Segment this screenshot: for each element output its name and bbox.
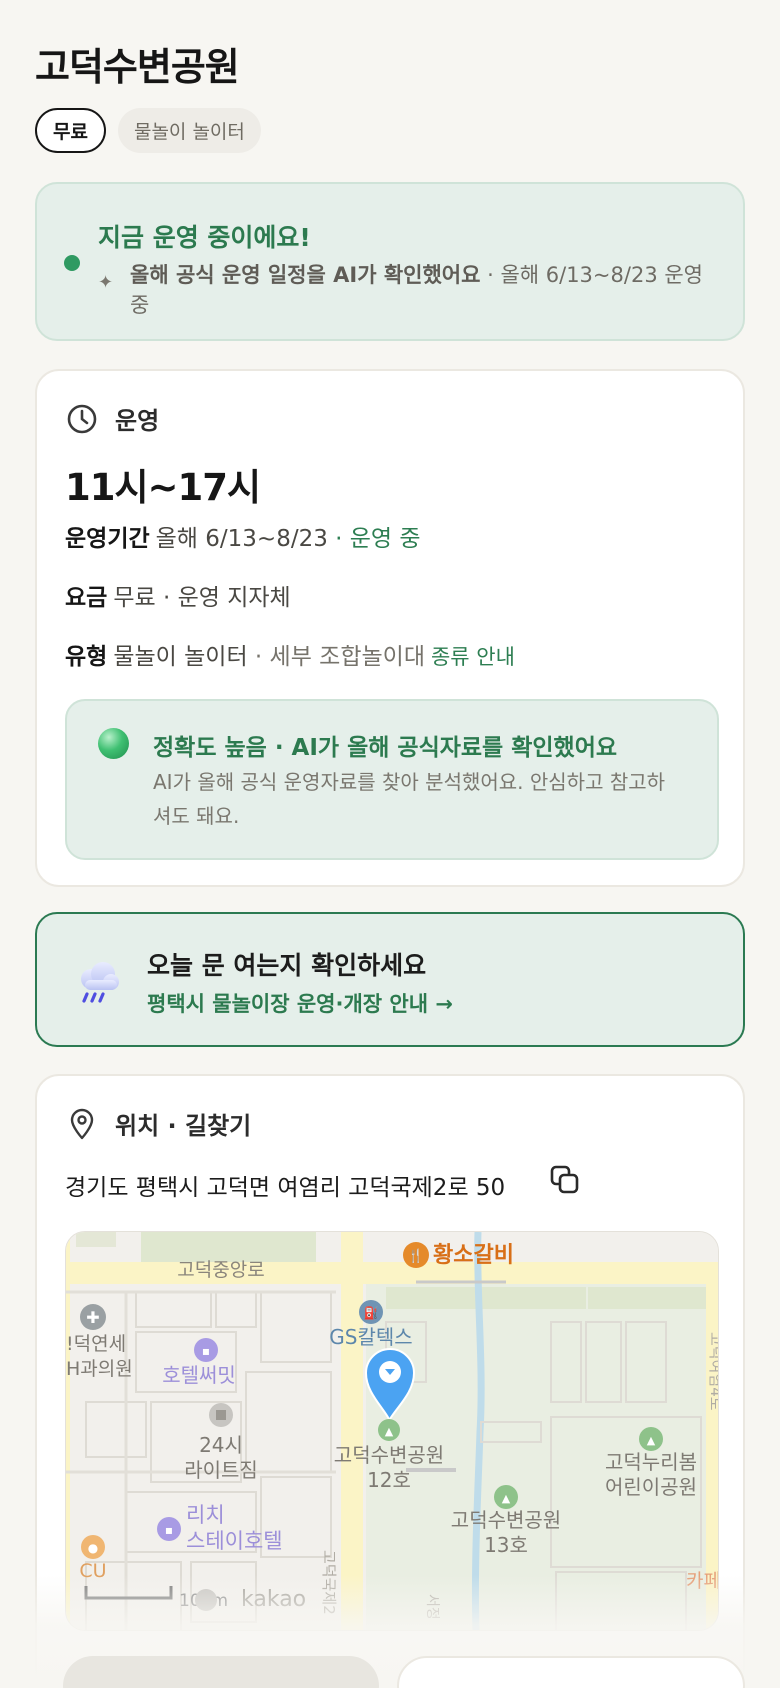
map-label-kids-park-2: 어린이공원 <box>605 1475 697 1499</box>
type-detail: · 세부 조합놀이대 <box>247 644 425 670</box>
fee-key: 요금 <box>65 585 108 611</box>
period-key: 운영기간 <box>65 526 150 552</box>
fee-row: 요금 무료 · 운영 지자체 <box>65 578 291 612</box>
period-status: · 운영 중 <box>327 526 421 552</box>
bottom-action-left[interactable] <box>63 1656 379 1688</box>
status-ai-note: 올해 공식 운영 일정을 AI가 확인했어요 <box>130 263 481 287</box>
status-card: 지금 운영 중이에요! ✦ 올해 공식 운영 일정을 AI가 확인했어요 · 올… <box>35 182 745 341</box>
map-label-road-right: 고덕여염4로 <box>707 1332 719 1411</box>
status-subtitle: ✦ 올해 공식 운영 일정을 AI가 확인했어요 · 올해 6/13~8/23 … <box>98 260 718 320</box>
svg-text:▪: ▪ <box>165 1523 173 1537</box>
operating-hours: 11시~17시 <box>65 466 261 509</box>
location-header-label: 위치 · 길찾기 <box>115 1112 252 1140</box>
period-value: 올해 6/13~8/23 <box>155 526 328 552</box>
accuracy-description: AI가 올해 공식 운영자료를 찾아 분석했어요. 안심하고 참고하셔도 돼요. <box>153 770 666 828</box>
location-pin-icon <box>70 1108 94 1139</box>
map-label-gym-1: 24시 <box>199 1433 243 1457</box>
page-title: 고덕수변공원 <box>35 45 240 89</box>
accuracy-title: 정확도 높음 · AI가 올해 공식자료를 확인했어요 <box>153 735 618 761</box>
map-label-park-13-1: 고덕수변공원 <box>451 1508 561 1532</box>
svg-text:▲: ▲ <box>385 1425 394 1438</box>
svg-text:▪: ▪ <box>202 1344 210 1358</box>
type-row: 유형 물놀이 놀이터 · 세부 조합놀이대 종류 안내 <box>65 637 515 671</box>
map-label-clinic-1: !덕연세 <box>66 1333 126 1355</box>
map-label-road-top: 고덕중앙로 <box>177 1259 264 1281</box>
map-label-stay-2: 스테이호텔 <box>186 1529 283 1553</box>
bottom-action-right[interactable] <box>397 1656 745 1688</box>
map-label-gas-station: GS칼텍스 <box>329 1325 412 1349</box>
accuracy-orb-icon <box>98 728 129 759</box>
map-label-restaurant: 황소갈비 <box>433 1243 514 1268</box>
svg-text:⛽: ⛽ <box>364 1306 379 1320</box>
map-label-park-12-1: 고덕수변공원 <box>334 1443 444 1467</box>
operation-header-label: 운영 <box>115 407 160 435</box>
type-key: 유형 <box>65 644 108 670</box>
location-map[interactable]: 고덕중앙로 🍴 황소갈비 ✚ !덕연세 H과의원 ▪ 호텔써밋 ⛽ GS칼텍스 … <box>65 1231 719 1631</box>
chip-free[interactable]: 무료 <box>35 108 106 153</box>
tag-chips: 무료 물놀이 놀이터 <box>35 108 261 153</box>
period-row: 운영기간 올해 6/13~8/23 · 운영 중 <box>65 519 421 553</box>
sparkle-icon: ✦ <box>98 272 114 293</box>
map-label-stay-1: 리치 <box>186 1503 225 1527</box>
map-label-kids-park-1: 고덕누리봄 <box>605 1450 697 1474</box>
location-header: 위치 · 길찾기 <box>65 1106 251 1141</box>
check-open-cta[interactable]: 오늘 문 여는지 확인하세요 평택시 물놀이장 운영·개장 안내 → <box>35 912 745 1047</box>
svg-text:▲: ▲ <box>502 1492 511 1505</box>
svg-text:●: ● <box>88 1541 98 1555</box>
type-guide-link[interactable]: 종류 안내 <box>431 645 515 669</box>
map-label-gym-2: 라이트짐 <box>184 1458 258 1482</box>
chip-type[interactable]: 물놀이 놀이터 <box>117 108 261 153</box>
svg-text:🍴: 🍴 <box>408 1248 424 1264</box>
map-label-park-12-2: 12호 <box>367 1468 411 1492</box>
accuracy-box: 정확도 높음 · AI가 올해 공식자료를 확인했어요 AI가 올해 공식 운영… <box>65 699 719 860</box>
map-label-clinic-2: H과의원 <box>66 1358 133 1380</box>
status-title: 지금 운영 중이에요! <box>98 223 311 252</box>
map-label-hotel: 호텔써밋 <box>162 1363 236 1387</box>
type-value: 물놀이 놀이터 <box>113 644 248 670</box>
clock-icon <box>67 404 97 433</box>
cta-link[interactable]: 평택시 물놀이장 운영·개장 안내 → <box>147 988 453 1018</box>
operation-header: 운영 <box>65 401 159 436</box>
cta-title: 오늘 문 여는지 확인하세요 <box>147 951 427 980</box>
status-dot-icon <box>64 255 80 271</box>
map-label-park-13-2: 13호 <box>484 1533 528 1557</box>
status-detail: 올해 공식 운영 일정을 AI가 확인했어요 · 올해 6/13~8/23 운영… <box>130 260 718 320</box>
copy-icon[interactable] <box>549 1164 581 1196</box>
svg-text:✚: ✚ <box>86 1308 99 1327</box>
svg-text:▲: ▲ <box>647 1434 656 1447</box>
fee-value: 무료 · 운영 지자체 <box>113 585 291 611</box>
rain-cloud-icon <box>81 962 119 1003</box>
operation-card: 운영 11시~17시 운영기간 올해 6/13~8/23 · 운영 중 요금 무료 … <box>35 369 745 887</box>
address-text: 경기도 평택시 고덕면 여염리 고덕국제2로 50 <box>65 1175 506 1201</box>
